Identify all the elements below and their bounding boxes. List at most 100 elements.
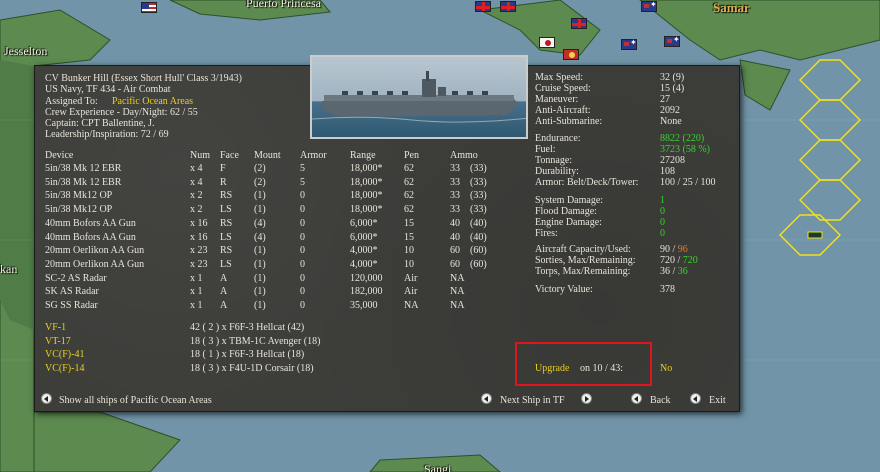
au-flag-icon[interactable] <box>664 35 680 47</box>
air-group-link[interactable]: VT-17 <box>45 335 84 349</box>
device-cell: 18,000* <box>350 163 383 174</box>
stats-values-ship: 8822 (220) 3723 (58 %) 27208 108 100 / 2… <box>660 133 716 188</box>
device-cell: 10 <box>404 245 414 257</box>
show-all-ships-button[interactable]: Show all ships of Pacific Ocean Areas <box>59 395 212 406</box>
device-cell: 60 <box>450 245 460 257</box>
damage-label: Engine Damage: <box>535 217 602 228</box>
prev-ship-icon[interactable] <box>481 393 492 404</box>
device-cell: A <box>220 272 228 284</box>
device-cell: 60 <box>450 258 460 270</box>
air-group-desc: 18 ( 3 ) x F4U-1D Corsair (18) <box>190 363 314 375</box>
device-cell: 0 <box>300 190 305 202</box>
header-ammo: Ammo <box>450 150 478 161</box>
device-cell: Air <box>404 272 418 284</box>
next-ship-label: Next Ship in TF <box>500 395 565 406</box>
device-cell: 120,000 <box>350 272 383 284</box>
stat-value: 27 <box>660 94 670 105</box>
back-button[interactable]: Back <box>650 395 671 406</box>
exit-icon[interactable] <box>690 393 701 404</box>
back-icon[interactable] <box>631 393 642 404</box>
jp-flag-icon[interactable] <box>539 37 555 48</box>
device-cell: 0 <box>300 258 305 270</box>
stat-value: 2092 <box>660 105 680 116</box>
device-cell: (1) <box>254 300 266 311</box>
flag-icon[interactable] <box>563 49 579 60</box>
show-all-ships-icon[interactable] <box>41 393 52 404</box>
endurance-value: 8822 (220) <box>660 133 705 144</box>
crew-experience: Crew Experience - Day/Night: 62 / 55 <box>45 107 198 118</box>
device-name: SG SS Radar <box>45 300 98 311</box>
upgrade-link[interactable]: Upgrade <box>535 363 569 374</box>
device-cell: LS <box>220 204 232 216</box>
fuel-value: 3723 (58 %) <box>660 144 710 155</box>
device-cell: (1) <box>254 190 266 202</box>
device-cell: A <box>220 300 228 311</box>
armor-label: Armor: Belt/Deck/Tower: <box>535 177 639 188</box>
map-label-puerto-princesa: Puerto Princesa <box>246 0 321 10</box>
stats-labels-speed: Max Speed: Cruise Speed: Maneuver: Anti-… <box>535 72 602 127</box>
device-name: 5in/38 Mk12 OP <box>45 190 113 202</box>
stat-label: Anti-Submarine: <box>535 116 603 127</box>
device-name: 40mm Bofors AA Gun <box>45 217 136 229</box>
header-face: Face <box>220 150 239 161</box>
aircraft-labels: Aircraft Capacity/Used: Sorties, Max/Rem… <box>535 244 636 277</box>
device-cell: A <box>220 286 228 298</box>
us-flag-icon[interactable] <box>141 2 157 13</box>
map-label-kan: kan <box>0 262 18 276</box>
map-label-jesselton: Jesselton <box>4 44 48 58</box>
device-cell: 6,000* <box>350 217 378 229</box>
next-ship-icon[interactable] <box>581 393 592 404</box>
device-cell: LS <box>220 231 232 243</box>
device-cell: x 1 <box>190 272 203 284</box>
device-cell: 0 <box>300 204 305 216</box>
device-cell: 33 <box>450 163 460 174</box>
header-armor: Armor <box>300 150 327 161</box>
stat-value: 32 (9) <box>660 72 685 83</box>
unit-marker <box>807 231 823 239</box>
au-flag-icon[interactable] <box>641 0 657 12</box>
device-cell: RS <box>220 217 233 229</box>
device-cell: F <box>220 163 226 174</box>
armor-value: 100 / 25 / 100 <box>660 177 716 188</box>
device-cell: 35,000 <box>350 300 378 311</box>
damage-label: Fires: <box>535 228 558 239</box>
damage-value: 0 <box>660 206 665 217</box>
device-cell: 0 <box>300 231 305 243</box>
uk-flag-icon[interactable] <box>475 1 491 12</box>
uk-flag-icon[interactable] <box>571 18 587 29</box>
damage-labels: System Damage: Flood Damage: Engine Dama… <box>535 195 603 239</box>
air-group-link[interactable]: VC(F)-41 <box>45 348 84 362</box>
device-cell: (1) <box>254 286 266 298</box>
device-cell: 4,000* <box>350 258 378 270</box>
device-cell: x 16 <box>190 217 208 229</box>
torps-max-value: 36 / <box>660 266 676 277</box>
device-cell: NA <box>404 300 419 311</box>
air-group-desc: 18 ( 1 ) x F6F-3 Hellcat (18) <box>190 349 305 361</box>
stat-label: Cruise Speed: <box>535 83 591 94</box>
device-header-row: Device <box>45 149 73 163</box>
device-cell: 182,000 <box>350 286 383 298</box>
air-group-link[interactable]: VF-1 <box>45 321 84 335</box>
sorties-label: Sorties, Max/Remaining: <box>535 255 636 266</box>
device-cell: x 2 <box>190 204 203 216</box>
exit-button[interactable]: Exit <box>709 395 726 406</box>
device-cell: 0 <box>300 245 305 257</box>
device-cell: x 1 <box>190 286 203 298</box>
device-cell: NA <box>450 272 465 284</box>
durability-value: 108 <box>660 166 675 177</box>
device-name: 20mm Oerlikon AA Gun <box>45 245 145 257</box>
header-device: Device <box>45 150 74 161</box>
uk-flag-icon[interactable] <box>500 1 516 12</box>
stats-labels-ship: Endurance: Fuel: Tonnage: Durability: Ar… <box>535 133 638 188</box>
aircraft-capacity-label: Aircraft Capacity/Used: <box>535 244 631 255</box>
air-group-link[interactable]: VC(F)-14 <box>45 362 84 376</box>
au-flag-icon[interactable] <box>621 38 637 50</box>
device-cell: x 1 <box>190 300 203 311</box>
device-cell: 4,000* <box>350 245 378 257</box>
device-cell: 0 <box>300 217 305 229</box>
air-group-desc: 42 ( 2 ) x F6F-3 Hellcat (42) <box>190 322 305 333</box>
device-name: 5in/38 Mk12 OP <box>45 204 113 216</box>
device-cell: 62 <box>404 190 414 202</box>
device-name: SK AS Radar <box>45 286 99 298</box>
assigned-value-link[interactable]: Pacific Ocean Areas <box>112 96 193 107</box>
